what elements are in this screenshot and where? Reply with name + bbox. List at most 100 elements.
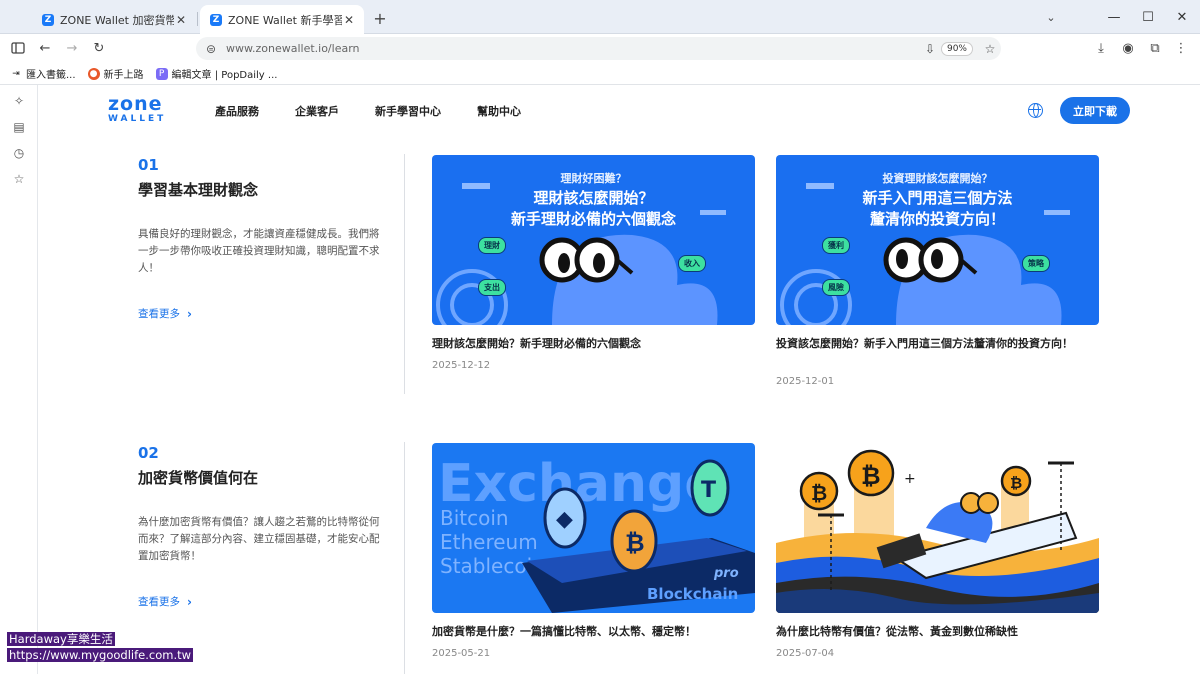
thumbnail-tag: 風險 <box>822 279 850 296</box>
see-more-link[interactable]: 查看更多 › <box>138 594 192 609</box>
logo-subtitle: WALLET <box>108 114 167 124</box>
thumbnail-headline: 新手理財必備的六個觀念 <box>510 210 676 228</box>
firefox-icon: ● <box>87 67 100 80</box>
menu-icon[interactable]: ⋮ <box>1172 39 1190 57</box>
site-info-icon[interactable]: ⊜ <box>196 42 226 56</box>
bookmark-item[interactable]: ⇥ 匯入書籤... <box>10 66 76 82</box>
new-tab-icon[interactable]: + <box>371 9 389 28</box>
bookmarks-bar: ⇥ 匯入書籤... ● 新手上路 P 編輯文章 | PopDaily ... <box>0 63 1200 85</box>
sidebar-toggle-icon[interactable] <box>9 39 27 57</box>
bookmark-label: 新手上路 <box>103 70 144 81</box>
chevron-right-icon: › <box>187 594 192 609</box>
close-icon[interactable]: ✕ <box>342 13 356 27</box>
bookmark-label: 編輯文章 | PopDaily ... <box>171 70 278 81</box>
svg-text:₿: ₿ <box>1010 474 1022 492</box>
profile-icon[interactable]: ◉ <box>1119 39 1137 57</box>
history-icon[interactable]: ◷ <box>11 145 27 161</box>
download-button[interactable]: 立即下載 <box>1060 97 1130 124</box>
language-globe-icon[interactable] <box>1028 103 1043 118</box>
thumbnail-word: Bitcoin <box>440 506 509 530</box>
zoom-badge[interactable]: 90% <box>940 41 973 56</box>
site-header: zone WALLET 產品服務 企業客戶 新手學習中心 幫助中心 立即下載 <box>39 86 1200 136</box>
extensions-icon[interactable]: ⧉ <box>1146 39 1164 57</box>
thumbnail-kicker: 理財好困難？ <box>560 172 627 185</box>
back-icon[interactable]: ← <box>36 39 54 57</box>
nav-learning-center[interactable]: 新手學習中心 <box>375 103 441 119</box>
bookmark-item[interactable]: ● 新手上路 <box>87 66 144 81</box>
chevron-down-icon[interactable]: ⌄ <box>1043 9 1059 25</box>
nav-products[interactable]: 產品服務 <box>215 103 259 119</box>
svg-text:₿: ₿ <box>861 462 881 490</box>
reading-list-icon[interactable]: ▤ <box>11 119 27 135</box>
thumbnail-word: pro <box>713 566 739 581</box>
article-date: 2025-12-01 <box>776 376 835 387</box>
sparkle-icon[interactable]: ✧ <box>11 93 27 109</box>
tab-separator <box>197 12 198 26</box>
nav-enterprise[interactable]: 企業客戶 <box>295 103 339 119</box>
popdaily-icon: P <box>155 67 168 80</box>
article-title[interactable]: 理財該怎麼開始？新手理財必備的六個觀念 <box>432 336 755 352</box>
browser-side-panel: ✧ ▤ ◷ ☆ <box>0 85 38 674</box>
close-window-icon[interactable]: ✕ <box>1170 6 1194 28</box>
bookmark-item[interactable]: P 編輯文章 | PopDaily ... <box>155 66 278 81</box>
bookmark-label: 匯入書籤... <box>26 70 76 81</box>
article-thumbnail[interactable]: 投資理財該怎麼開始？ 新手入門用這三個方法 釐清你的投資方向！ 獲利 風險 策略 <box>776 155 1099 325</box>
thumbnail-headline: 新手入門用這三個方法 <box>862 189 1013 207</box>
thumbnail-word: Blockchain <box>647 585 738 603</box>
bookmarks-star-icon[interactable]: ☆ <box>11 171 27 187</box>
close-icon[interactable]: ✕ <box>174 13 188 27</box>
article-title[interactable]: 加密貨幣是什麼？一篇搞懂比特幣、以太幣、穩定幣！ <box>432 624 755 640</box>
section-description: 為什麼加密貨幣有價值？讓人趨之若鶩的比特幣從何而來？了解這部分內容、建立穩固基礎… <box>138 516 380 562</box>
tab-title: ZONE Wallet 新手學習中心 <box>228 13 342 27</box>
zone-wallet-logo[interactable]: zone WALLET <box>108 95 174 125</box>
thumbnail-headline: 釐清你的投資方向！ <box>869 210 1005 228</box>
section-number: 01 <box>138 156 159 174</box>
downloads-icon[interactable]: ⤓ <box>1092 39 1110 57</box>
address-bar[interactable]: ⊜ www.zonewallet.io/learn ⇩ 90% ☆ <box>196 37 1001 60</box>
article-date: 2025-05-21 <box>432 648 491 659</box>
thumbnail-tag: 策略 <box>1022 255 1050 272</box>
zone-favicon-icon: Z <box>210 13 222 26</box>
svg-text:◆: ◆ <box>556 507 573 532</box>
svg-text:T: T <box>701 478 716 503</box>
url-text[interactable]: www.zonewallet.io/learn <box>226 42 919 55</box>
thumbnail-tag: 理財 <box>478 237 506 254</box>
article-thumbnail[interactable]: ₿ ₿ ₿ + <box>776 443 1099 613</box>
thumbnail-illustration: ₿ ₿ ₿ + <box>776 449 1099 613</box>
article-title[interactable]: 為什麼比特幣有價值？從法幣、黃金到數位稀缺性 <box>776 624 1099 640</box>
article-thumbnail[interactable]: Exchange Bitcoin Ethereum Stablecoin pro… <box>432 443 755 613</box>
browser-tab-bar: Z ZONE Wallet 加密貨幣交易所 | ✕ Z ZONE Wallet … <box>0 0 1200 34</box>
article-thumbnail[interactable]: 理財好困難？ 理財該怎麼開始？ 新手理財必備的六個觀念 理財 支出 收入 <box>432 155 755 325</box>
minimize-icon[interactable]: — <box>1102 6 1126 28</box>
thumbnail-tag: 收入 <box>678 255 706 272</box>
watermark: Hardaway享樂生活 https://www.mygoodlife.com.… <box>7 631 194 663</box>
nav-help-center[interactable]: 幫助中心 <box>477 103 521 119</box>
forward-icon[interactable]: → <box>63 39 81 57</box>
divider <box>404 154 405 394</box>
web-page: zone WALLET 產品服務 企業客戶 新手學習中心 幫助中心 立即下載 0… <box>39 86 1200 674</box>
thumbnail-headline: 理財該怎麼開始？ <box>533 189 654 207</box>
article-title[interactable]: 投資該怎麼開始？新手入門用這三個方法釐清你的投資方向！ <box>776 336 1099 352</box>
watermark-line: Hardaway享樂生活 <box>7 632 115 646</box>
reload-icon[interactable]: ↻ <box>90 39 108 57</box>
import-icon: ⇥ <box>12 68 20 79</box>
install-app-icon[interactable]: ⇩ <box>919 42 941 56</box>
divider <box>404 442 405 674</box>
svg-text:₿: ₿ <box>811 481 827 505</box>
thumbnail-illustration: Exchange Bitcoin Ethereum Stablecoin pro… <box>438 454 755 613</box>
section-description: 具備良好的理財觀念，才能讓資產穩健成長。我們將一步一步帶你吸收正確投資理財知識，… <box>138 228 380 274</box>
thumbnail-kicker: 投資理財該怎麼開始？ <box>882 172 993 185</box>
svg-text:+: + <box>904 471 916 487</box>
browser-tab-active[interactable]: Z ZONE Wallet 新手學習中心 ✕ <box>200 5 364 34</box>
see-more-link[interactable]: 查看更多 › <box>138 306 192 321</box>
bookmark-star-icon[interactable]: ☆ <box>979 42 1001 56</box>
chevron-right-icon: › <box>187 306 192 321</box>
svg-text:₿: ₿ <box>625 529 645 557</box>
article-date: 2025-07-04 <box>776 648 835 659</box>
thumbnail-tag: 獲利 <box>822 237 850 254</box>
browser-tab[interactable]: Z ZONE Wallet 加密貨幣交易所 | ✕ <box>32 5 196 34</box>
maximize-icon[interactable]: ☐ <box>1136 6 1160 28</box>
section-title: 加密貨幣價值何在 <box>138 469 259 487</box>
zone-favicon-icon: Z <box>42 13 54 26</box>
thumbnail-word: Ethereum <box>440 530 538 554</box>
